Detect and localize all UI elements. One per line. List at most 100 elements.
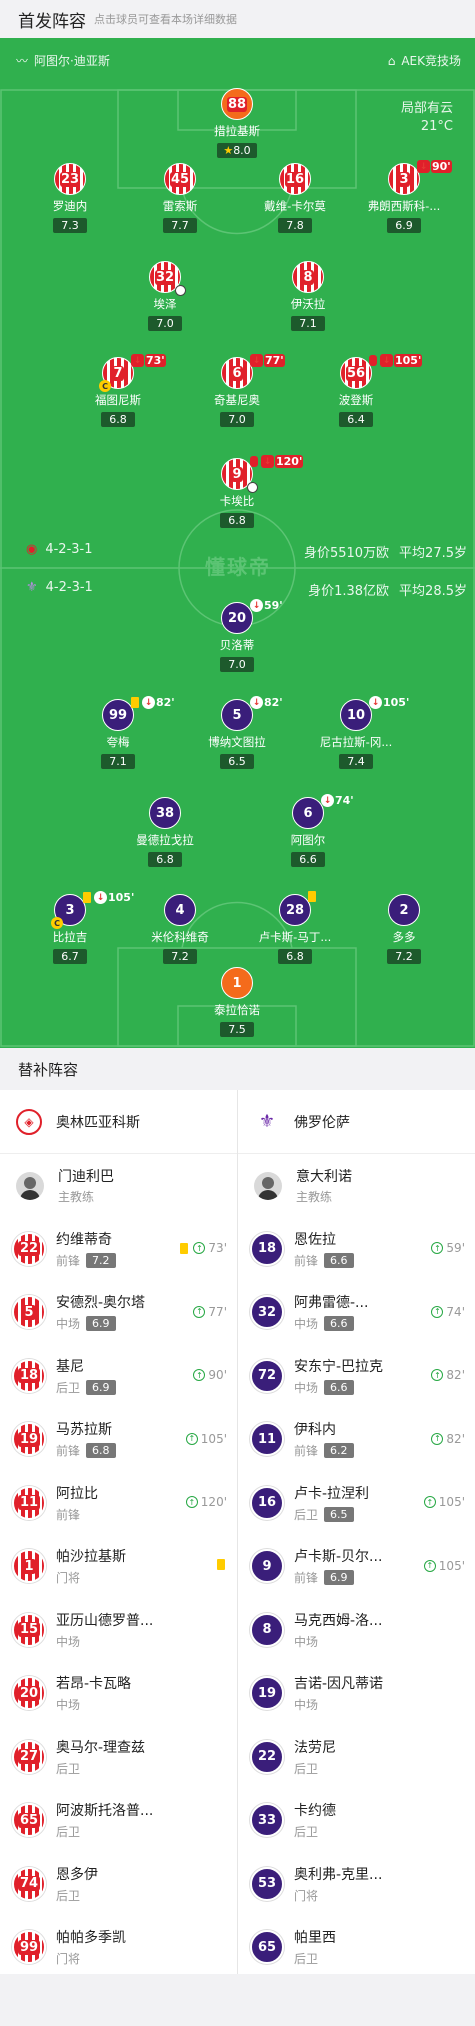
away-player[interactable]: 1 泰拉恰诺 7.5 xyxy=(177,967,297,1037)
sub-player-row[interactable]: 65 阿波斯托洛普... 后卫 xyxy=(0,1789,237,1853)
player-name: 波登斯 xyxy=(338,393,374,407)
sub-player-name: 约维蒂奇 xyxy=(56,1231,112,1248)
sub-player-rating: 6.5 xyxy=(324,1506,354,1522)
sub-player-rating: 6.6 xyxy=(324,1252,354,1268)
sub-player-row[interactable]: 11 阿拉比 前锋 ↑ 120' xyxy=(0,1471,237,1535)
home-coach[interactable]: 门迪利巴 主教练 xyxy=(0,1154,237,1217)
sub-player-row[interactable]: 65 帕里西 后卫 xyxy=(238,1916,475,1980)
home-player[interactable]: 8 伊沃拉 7.1 xyxy=(248,261,368,331)
away-player[interactable]: 4 米伦科维奇 7.2 xyxy=(120,894,240,964)
fiorentina-logo-icon: ⚜ xyxy=(258,1111,276,1132)
sub-time: 120' xyxy=(275,455,304,468)
sub-jersey-number: 19 xyxy=(12,1422,46,1457)
sub-out-icon: ↓ xyxy=(131,354,144,367)
home-player[interactable]: 45 雷索斯 7.7 xyxy=(120,163,240,233)
sub-in-icon: ↑ xyxy=(431,1369,444,1381)
sub-player-row[interactable]: 72 安东宁-巴拉克 中场 6.6 ↑ 82' xyxy=(238,1344,475,1408)
sub-player-row[interactable]: 22 约维蒂奇 前锋 7.2 ↑ 73' xyxy=(0,1217,237,1281)
sub-player-position: 门将 xyxy=(56,1952,81,1967)
away-player[interactable]: 6 ↓ 74' 阿图尔 6.6 xyxy=(248,794,368,867)
player-rating: 7.0 xyxy=(220,412,254,427)
player-rating: ★8.0 xyxy=(217,143,257,158)
sub-events: ↑ 74' xyxy=(431,1305,465,1319)
sub-player-row[interactable]: 99 帕帕多季凯 门将 xyxy=(0,1916,237,1980)
sub-player-row[interactable]: 19 吉诺-因凡蒂诺 中场 xyxy=(238,1662,475,1726)
home-player[interactable]: 88 措拉基斯 ★8.0 xyxy=(177,88,297,158)
player-name: 措拉基斯 xyxy=(214,124,260,138)
sub-jersey-number: 74 xyxy=(12,1866,46,1901)
sub-jersey-number: 20 xyxy=(12,1676,46,1711)
sub-player-position: 后卫 xyxy=(294,1507,319,1522)
away-player[interactable]: 5 ↓ 82' 博纳文图拉 6.5 xyxy=(177,696,297,769)
sub-player-row[interactable]: 20 若昂-卡瓦略 中场 xyxy=(0,1662,237,1726)
player-events: ↓ 82' xyxy=(250,696,283,709)
away-player[interactable]: 99 ↓ 82' 夸梅 7.1 xyxy=(58,696,178,769)
sub-player-position: 后卫 xyxy=(56,1888,81,1903)
away-player[interactable]: 3 C ↓ 105' 比拉吉 6.7 xyxy=(10,891,134,964)
sub-in-icon: ↑ xyxy=(193,1305,206,1318)
away-player[interactable]: 10 ↓ 105' 尼古拉斯-冈... 7.4 xyxy=(296,696,416,769)
home-player[interactable]: 16 戴维-卡尔莫 7.8 xyxy=(235,163,355,233)
sub-time: 73' xyxy=(145,354,166,367)
player-events: ↓ 82' xyxy=(131,696,175,709)
sub-out-icon: ↓ xyxy=(142,696,155,709)
sub-player-row[interactable]: 15 亚历山德罗普... 中场 xyxy=(0,1598,237,1662)
sub-player-row[interactable]: 18 恩佐拉 前锋 6.6 ↑ 59' xyxy=(238,1217,475,1281)
weather-info: 局部有云 21°C xyxy=(401,100,453,136)
sub-player-name: 亚历山德罗普... xyxy=(56,1612,154,1629)
home-subs-team[interactable]: ◈ 奥林匹亚科斯 xyxy=(0,1090,237,1154)
away-coach[interactable]: 意大利诺 主教练 xyxy=(238,1154,475,1217)
sub-out-icon: ↓ xyxy=(250,354,263,367)
sub-jersey-number: 5 xyxy=(12,1295,46,1330)
sub-in-time: 105' xyxy=(438,1495,465,1509)
sub-player-rating: 6.9 xyxy=(86,1379,116,1395)
sub-out-icon: ↓ xyxy=(261,455,274,468)
player-rating: 7.2 xyxy=(387,949,421,964)
home-player[interactable]: 23 罗迪内 7.3 xyxy=(10,163,130,233)
sub-player-name: 若昂-卡瓦略 xyxy=(56,1676,132,1693)
home-player[interactable]: 7 C ↓ 73' 福图尼斯 6.8 xyxy=(58,354,178,427)
captain-icon: C xyxy=(51,917,63,929)
home-player[interactable]: 3 ↓ 90' 弗朗西斯科-... 6.9 xyxy=(344,160,464,233)
sub-player-row[interactable]: 19 马苏拉斯 前锋 6.8 ↑ 105' xyxy=(0,1408,237,1472)
home-player[interactable]: 9 ↓ 120' 卡埃比 6.8 xyxy=(177,455,304,528)
sub-player-row[interactable]: 33 卡约德 后卫 xyxy=(238,1789,475,1853)
sub-events: ↑ 105' xyxy=(185,1432,227,1446)
sub-player-position: 后卫 xyxy=(294,1825,319,1840)
sub-player-row[interactable]: 18 基尼 后卫 6.9 ↑ 90' xyxy=(0,1344,237,1408)
sub-player-row[interactable]: 74 恩多伊 后卫 xyxy=(0,1852,237,1916)
sub-jersey-number: 11 xyxy=(250,1422,284,1457)
jersey-number: 3 C ↓ 105' xyxy=(51,891,134,929)
sub-player-row[interactable]: 53 奥利弗-克里... 门将 xyxy=(238,1852,475,1916)
home-player[interactable]: 56 ↓ 105' 波登斯 6.4 xyxy=(296,354,423,427)
sub-player-row[interactable]: 27 奥马尔-理查兹 后卫 xyxy=(0,1725,237,1789)
sub-in-time: 74' xyxy=(446,1304,465,1319)
sub-player-row[interactable]: 8 马克西姆-洛... 中场 xyxy=(238,1598,475,1662)
sub-jersey-number: 8 xyxy=(250,1612,284,1647)
player-name: 泰拉恰诺 xyxy=(214,1003,260,1017)
away-player[interactable]: 38 曼德拉戈拉 6.8 xyxy=(105,797,225,867)
sub-player-row[interactable]: 32 阿弗雷德-... 中场 6.6 ↑ 74' xyxy=(238,1281,475,1345)
away-player[interactable]: 20 ↓ 59' 贝洛蒂 7.0 xyxy=(177,599,297,672)
player-name: 阿图尔 xyxy=(290,833,326,847)
sub-player-row[interactable]: 16 卢卡-拉涅利 后卫 6.5 ↑ 105' xyxy=(238,1471,475,1535)
jersey-number: 45 xyxy=(164,163,196,195)
sub-player-row[interactable]: 9 卢卡斯-贝尔... 前锋 6.9 ↑ 105' xyxy=(238,1535,475,1599)
home-player[interactable]: 6 ↓ 77' 奇基尼奥 7.0 xyxy=(177,354,297,427)
away-subs-team[interactable]: ⚜ 佛罗伦萨 xyxy=(238,1090,475,1154)
sub-jersey-number: 9 xyxy=(250,1549,284,1584)
player-rating: 7.2 xyxy=(163,949,197,964)
sub-player-row[interactable]: 11 伊科内 前锋 6.2 ↑ 82' xyxy=(238,1408,475,1472)
away-player[interactable]: 2 多多 7.2 xyxy=(344,894,464,964)
sub-player-row[interactable]: 1 帕沙拉基斯 门将 xyxy=(0,1535,237,1599)
away-player[interactable]: 28 卢卡斯-马丁... 6.8 xyxy=(235,891,355,964)
sub-player-position: 后卫 xyxy=(56,1380,81,1395)
sub-player-row[interactable]: 5 安德烈-奥尔塔 中场 6.9 ↑ 77' xyxy=(0,1281,237,1345)
stadium-name: AEK竞技场 xyxy=(401,54,461,68)
sub-player-row[interactable]: 22 法劳尼 后卫 xyxy=(238,1725,475,1789)
sub-in-time: 82' xyxy=(446,1431,465,1446)
sub-out-icon: ↓ xyxy=(321,794,334,807)
home-player[interactable]: 32 埃泽 7.0 xyxy=(105,261,225,331)
subs-panel: ◈ 奥林匹亚科斯 门迪利巴 主教练 22 约维蒂奇 前锋 7.2 ↑ 73' 5 安德烈-奥尔… xyxy=(0,1090,475,1974)
sub-jersey-number: 27 xyxy=(12,1739,46,1774)
